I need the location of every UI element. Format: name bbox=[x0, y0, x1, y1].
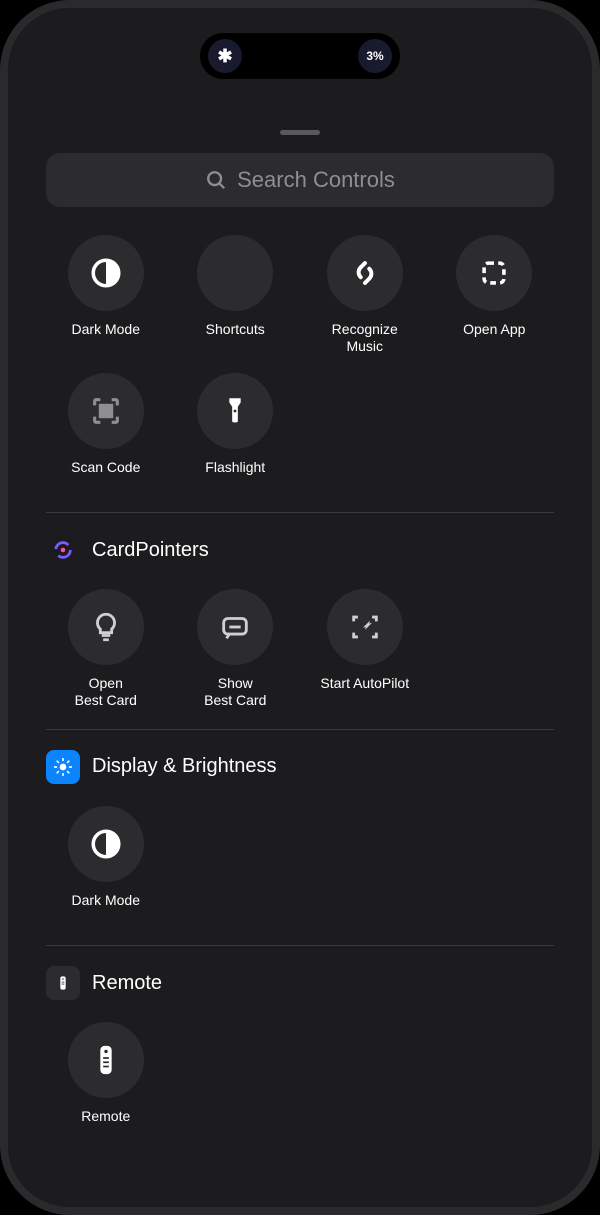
control-label: Flashlight bbox=[205, 459, 265, 493]
search-input[interactable]: Search Controls bbox=[46, 153, 554, 207]
suggested-controls-grid: Dark Mode Shortcuts bbox=[46, 235, 554, 492]
flashlight-icon bbox=[218, 394, 252, 428]
control-label: Start AutoPilot bbox=[320, 675, 409, 709]
control-label: Dark Mode bbox=[72, 321, 140, 355]
search-placeholder: Search Controls bbox=[237, 167, 395, 193]
open-app-icon bbox=[477, 256, 511, 290]
control-label: Remote bbox=[81, 1108, 130, 1142]
sheet-grabber[interactable] bbox=[280, 130, 320, 135]
remote-app-icon bbox=[46, 966, 80, 1000]
shazam-icon bbox=[348, 256, 382, 290]
divider bbox=[46, 729, 554, 730]
divider bbox=[46, 945, 554, 946]
card-message-icon bbox=[218, 610, 252, 644]
control-label: Show Best Card bbox=[204, 675, 266, 709]
control-dark-mode-2[interactable]: Dark Mode bbox=[46, 806, 166, 926]
control-recognize-music[interactable]: Recognize Music bbox=[305, 235, 425, 355]
control-show-best-card[interactable]: Show Best Card bbox=[176, 589, 296, 709]
section-title: Display & Brightness bbox=[92, 755, 277, 778]
dynamic-island: ✱ 3% bbox=[200, 33, 400, 79]
iphone-frame: ✱ 3% Search Controls bbox=[0, 0, 600, 1215]
control-label: Dark Mode bbox=[72, 892, 140, 926]
qr-scan-icon bbox=[89, 394, 123, 428]
control-open-app[interactable]: Open App bbox=[435, 235, 555, 355]
divider bbox=[46, 512, 554, 513]
cardpointers-app-icon bbox=[46, 533, 80, 567]
display-grid: Dark Mode bbox=[46, 806, 554, 926]
screen: ✱ 3% Search Controls bbox=[8, 8, 592, 1207]
control-dark-mode[interactable]: Dark Mode bbox=[46, 235, 166, 355]
remote-icon bbox=[89, 1043, 123, 1077]
control-label: Shortcuts bbox=[206, 321, 265, 355]
autopilot-icon bbox=[348, 610, 382, 644]
control-start-autopilot[interactable]: Start AutoPilot bbox=[305, 589, 425, 709]
battery-percentage: 3% bbox=[358, 39, 392, 73]
lightbulb-icon bbox=[89, 610, 123, 644]
display-brightness-icon bbox=[46, 750, 80, 784]
control-scan-code[interactable]: Scan Code bbox=[46, 373, 166, 493]
section-header-cardpointers: CardPointers bbox=[46, 533, 554, 567]
section-title: Remote bbox=[92, 972, 162, 995]
section-header-display: Display & Brightness bbox=[46, 750, 554, 784]
control-label: Open App bbox=[463, 321, 525, 355]
section-header-remote: Remote bbox=[46, 966, 554, 1000]
control-shortcuts[interactable]: Shortcuts bbox=[176, 235, 296, 355]
section-title: CardPointers bbox=[92, 539, 209, 562]
control-label: Open Best Card bbox=[75, 675, 137, 709]
dark-mode-icon bbox=[89, 256, 123, 290]
controls-sheet: Search Controls Dark Mode bbox=[28, 118, 572, 1207]
control-open-best-card[interactable]: Open Best Card bbox=[46, 589, 166, 709]
control-label: Recognize Music bbox=[332, 321, 398, 355]
search-icon bbox=[205, 169, 227, 191]
control-flashlight[interactable]: Flashlight bbox=[176, 373, 296, 493]
remote-grid: Remote bbox=[46, 1022, 554, 1142]
dark-mode-icon bbox=[89, 827, 123, 861]
control-remote[interactable]: Remote bbox=[46, 1022, 166, 1142]
cardpointers-grid: Open Best Card Show Best Card bbox=[46, 589, 554, 709]
control-label: Scan Code bbox=[71, 459, 140, 493]
status-left-indicator: ✱ bbox=[208, 39, 242, 73]
